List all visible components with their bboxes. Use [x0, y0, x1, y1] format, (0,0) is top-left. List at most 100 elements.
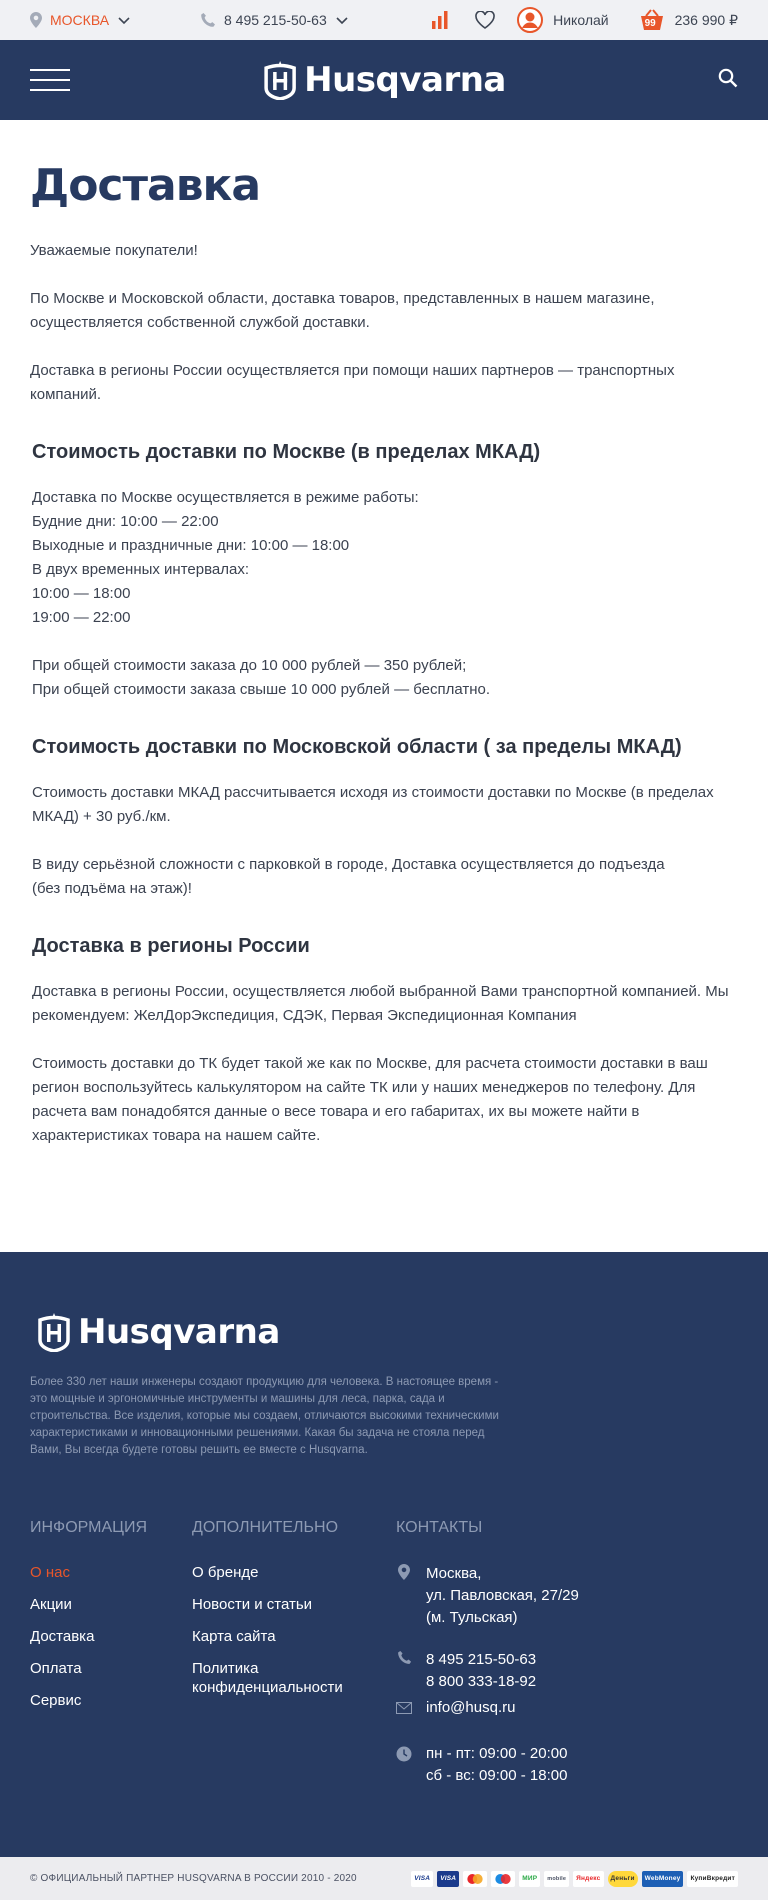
footer-link-sitemap[interactable]: Карта сайта — [192, 1627, 396, 1646]
footer: Husqvarna Более 330 лет наши инженеры со… — [0, 1252, 768, 1857]
intro-greeting: Уважаемые покупатели! — [30, 242, 198, 259]
footer-col-title: ИНФОРМАЦИЯ — [30, 1519, 148, 1536]
kupivkredit-logo: КупиВкредит — [687, 1870, 738, 1887]
visa-electron-logo: VISA — [437, 1870, 460, 1887]
section-title: Стоимость доставки по Москве (в пределах… — [32, 441, 541, 463]
compare-chart-icon[interactable] — [431, 11, 449, 29]
copyright: © ОФИЦИАЛЬНЫЙ ПАРТНЕР HUSQVARNA В РОССИИ… — [30, 1873, 357, 1884]
footer-link-service[interactable]: Сервис — [30, 1691, 192, 1710]
footer-columns: ИНФОРМАЦИЯ О нас Акции Доставка Оплата С… — [30, 1519, 738, 1857]
webmoney-logo: WebMoney — [641, 1870, 684, 1887]
mobile-payment-logo: mobile — [544, 1870, 570, 1887]
price-line: При общей стоимости заказа до 10 000 руб… — [32, 657, 467, 674]
user-name: Николай — [553, 12, 609, 28]
footer-link-privacy[interactable]: Политика конфиденциальности — [192, 1659, 343, 1697]
moscow-schedule: Доставка по Москве осуществляется в режи… — [32, 486, 738, 630]
footer-link-brand[interactable]: О бренде — [192, 1563, 396, 1582]
address-line: (м. Тульская) — [426, 1609, 518, 1626]
topbar-right: Николай 99 236 990 ₽ — [431, 7, 738, 33]
user-avatar-icon — [517, 7, 544, 33]
section-title: Стоимость доставки по Московской области… — [32, 736, 682, 758]
husqvarna-crown-icon — [38, 1313, 70, 1352]
price-line: При общей стоимости заказа свыше 10 000 … — [32, 681, 491, 698]
top-bar: МОСКВА 8 495 215-50-63 Николай 99 236 99… — [0, 0, 768, 40]
phone-link[interactable]: 8 495 215-50-63 — [426, 1649, 536, 1671]
contact-phones: 8 495 215-50-63 8 800 333-18-92 — [396, 1649, 738, 1693]
mastercard-logo — [463, 1870, 488, 1887]
location-pin-icon — [30, 12, 42, 28]
logo-wordmark: Husqvarna — [304, 60, 506, 100]
bottom-bar: © ОФИЦИАЛЬНЫЙ ПАРТНЕР HUSQVARNA В РОССИИ… — [0, 1857, 768, 1900]
section-moscow-region: Стоимость доставки по Московской области… — [30, 736, 738, 901]
regions-carriers-text: Доставка в регионы России, осуществляетс… — [32, 983, 729, 1024]
visa-logo: VISA — [411, 1870, 434, 1887]
footer-col-title: ДОПОЛНИТЕЛЬНО — [192, 1519, 339, 1536]
contact-address: Москва, ул. Павловская, 27/29 (м. Тульск… — [396, 1563, 738, 1629]
intro-regions-delivery: Доставка в регионы России осуществляется… — [30, 362, 675, 403]
yandex-money-logo: Деньги — [607, 1870, 638, 1887]
payment-methods: VISA VISA МИР mobile Яндекс Деньги WebMo… — [411, 1870, 738, 1887]
cart[interactable]: 99 236 990 ₽ — [639, 8, 738, 32]
basket-icon: 99 — [639, 8, 665, 32]
heart-icon[interactable] — [475, 11, 495, 29]
phone-number: 8 495 215-50-63 — [224, 12, 327, 28]
maestro-logo — [491, 1870, 516, 1887]
moscow-prices: При общей стоимости заказа до 10 000 руб… — [32, 654, 738, 702]
schedule-line: 19:00 — 22:00 — [32, 609, 131, 626]
brand-logo[interactable]: Husqvarna — [262, 60, 506, 100]
yandex-logo: Яндекс — [573, 1870, 604, 1887]
schedule-line: В двух временных интервалах: — [32, 561, 250, 578]
page-title: Доставка — [30, 160, 261, 211]
phone-link[interactable]: 8 800 333-18-92 — [426, 1671, 536, 1693]
footer-col-contacts: КОНТАКТЫ Москва, ул. Павловская, 27/29 (… — [396, 1519, 738, 1807]
city-selector[interactable]: МОСКВА — [30, 12, 200, 28]
contact-email: info@husq.ru — [396, 1697, 738, 1719]
footer-col-extra: ДОПОЛНИТЕЛЬНО О бренде Новости и статьи … — [192, 1519, 396, 1807]
footer-link-news[interactable]: Новости и статьи — [192, 1595, 396, 1614]
footer-col-info: ИНФОРМАЦИЯ О нас Акции Доставка Оплата С… — [30, 1519, 192, 1807]
city-label: МОСКВА — [50, 12, 110, 28]
husqvarna-crown-icon — [264, 61, 296, 100]
phone-icon — [396, 1649, 412, 1693]
location-pin-icon — [396, 1563, 412, 1629]
main-header: Husqvarna — [0, 40, 768, 120]
footer-link-about[interactable]: О нас — [30, 1563, 192, 1582]
note-line: (без подъёма на этаж)! — [32, 880, 192, 897]
chevron-down-icon — [336, 17, 348, 25]
schedule-line: Выходные и праздничные дни: 10:00 — 18:0… — [32, 537, 350, 554]
user-account[interactable]: Николай — [517, 7, 609, 33]
cart-count-badge: 99 — [644, 18, 656, 29]
mir-logo: МИР — [519, 1870, 541, 1887]
intro-moscow-delivery: По Москве и Московской области, доставка… — [30, 290, 655, 331]
section-regions: Доставка в регионы России Доставка в рег… — [30, 935, 738, 1148]
schedule-line: 10:00 — 18:00 — [32, 585, 131, 602]
menu-burger-button[interactable] — [30, 69, 70, 91]
contact-hours: пн - пт: 09:00 - 20:00 сб - вс: 09:00 - … — [396, 1743, 738, 1787]
search-icon[interactable] — [718, 68, 738, 93]
hours-line: пн - пт: 09:00 - 20:00 — [426, 1745, 568, 1762]
chevron-down-icon — [118, 17, 130, 25]
footer-about-text: Более 330 лет наши инженеры создают прод… — [30, 1376, 499, 1456]
phone-icon — [200, 12, 216, 28]
address-line: Москва, — [426, 1565, 482, 1582]
footer-logo[interactable]: Husqvarna — [30, 1312, 738, 1352]
email-link[interactable]: info@husq.ru — [426, 1697, 515, 1719]
regions-price-text: Стоимость доставки до ТК будет такой же … — [32, 1055, 708, 1144]
envelope-icon — [396, 1697, 412, 1719]
schedule-line: Будние дни: 10:00 — 22:00 — [32, 513, 219, 530]
clock-icon — [396, 1743, 412, 1787]
phone-selector[interactable]: 8 495 215-50-63 — [200, 12, 400, 28]
section-title: Доставка в регионы России — [32, 935, 310, 957]
mkad-price-text: Стоимость доставки МКАД рассчитывается и… — [32, 784, 714, 825]
footer-link-promotions[interactable]: Акции — [30, 1595, 192, 1614]
footer-col-title: КОНТАКТЫ — [396, 1519, 483, 1536]
footer-link-payment[interactable]: Оплата — [30, 1659, 192, 1678]
cart-total: 236 990 ₽ — [674, 11, 738, 28]
schedule-line: Доставка по Москве осуществляется в режи… — [32, 489, 419, 506]
hours-line: сб - вс: 09:00 - 18:00 — [426, 1767, 568, 1784]
parking-note: В виду серьёзной сложности с парковкой в… — [32, 853, 738, 901]
logo-wordmark: Husqvarna — [78, 1312, 280, 1352]
section-moscow: Стоимость доставки по Москве (в пределах… — [30, 441, 738, 702]
page-content: Доставка Уважаемые покупатели! По Москве… — [0, 120, 768, 1252]
footer-link-delivery[interactable]: Доставка — [30, 1627, 192, 1646]
